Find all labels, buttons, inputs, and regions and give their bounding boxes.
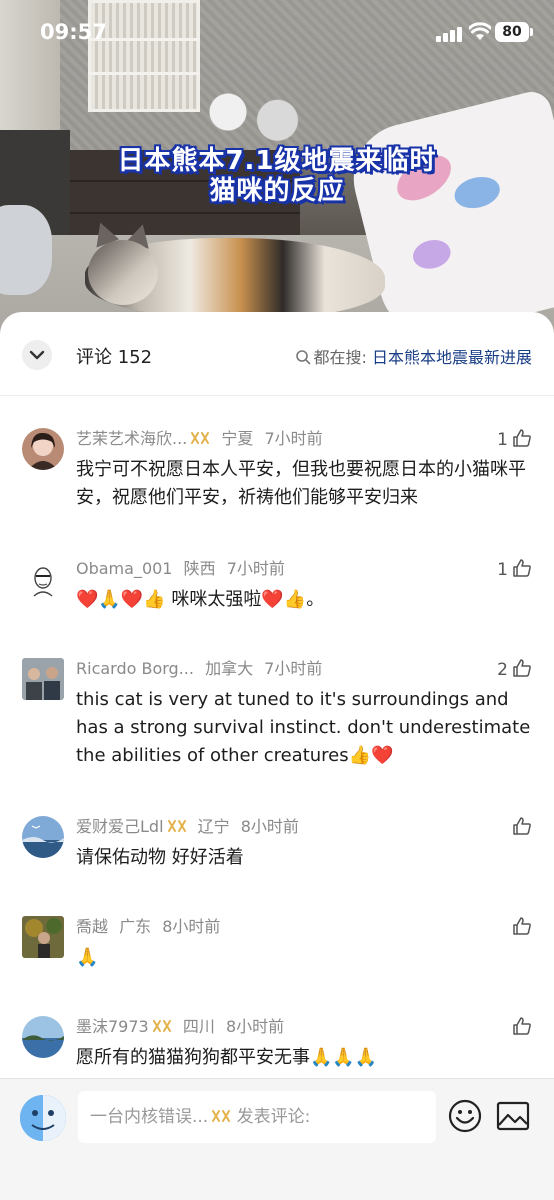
like-count: 1 xyxy=(497,430,508,450)
my-avatar[interactable] xyxy=(20,1095,66,1141)
wifi-icon xyxy=(469,22,491,40)
thumbs-up-icon xyxy=(513,1017,531,1035)
like-count: 2 xyxy=(497,660,508,680)
cellular-signal-icon xyxy=(436,26,462,42)
video-pillow xyxy=(0,205,52,295)
comment-meta: 喬越 广东 8小时前 xyxy=(76,916,220,938)
search-hint-prefix: 都在搜: xyxy=(313,348,367,367)
comment-text: 请保佑动物 好好活着 xyxy=(76,847,244,868)
battery-icon: 80 xyxy=(495,22,529,42)
thumbs-up-icon xyxy=(513,429,531,447)
status-bar: 09:57 80 xyxy=(0,0,554,66)
cushion-pattern xyxy=(409,236,454,273)
video-caption: 日本熊本7.1级地震来临时 猫咪的反应 xyxy=(0,146,554,206)
thumbs-up-icon xyxy=(513,559,531,577)
comment-panel-header: 评论 152 都在搜: 日本熊本地震最新进展 xyxy=(0,312,554,396)
comment-username[interactable]: 爱财爱己Ldl xyxy=(76,817,164,836)
comment-meta: 艺茉艺术海欣... 宁夏 7小时前 xyxy=(76,428,323,450)
comment-text: 🙏 xyxy=(76,947,99,968)
comment-meta: 墨沫7973 四川 8小时前 xyxy=(76,1016,284,1038)
comment-meta: 爱财爱己Ldl 辽宁 8小时前 xyxy=(76,816,299,838)
trending-search-link[interactable]: 都在搜: 日本熊本地震最新进展 xyxy=(295,344,532,368)
comment-text: this cat is very at tuned to it's surrou… xyxy=(76,689,531,766)
comment-username[interactable]: Obama_001 xyxy=(76,559,172,578)
comment-time: 7小时前 xyxy=(264,659,323,678)
like-button[interactable] xyxy=(508,1016,532,1038)
comment-text: 我宁可不祝愿日本人平安，但我也要祝愿日本的小猫咪平安，祝愿他们平安，祈祷他们能够… xyxy=(76,459,526,508)
comment-time: 8小时前 xyxy=(240,817,299,836)
comment-count-title: 评论 152 xyxy=(76,347,153,368)
comment-time: 7小时前 xyxy=(264,429,323,448)
comment-username[interactable]: 喬越 xyxy=(76,917,108,936)
video-caption-line2: 猫咪的反应 xyxy=(209,176,345,206)
comment-time: 8小时前 xyxy=(225,1017,285,1036)
thumbs-up-icon xyxy=(513,917,531,935)
comment-username[interactable]: 墨沫7973 xyxy=(76,1017,149,1036)
video-cat-head xyxy=(88,240,158,305)
comment-location: 宁夏 xyxy=(221,429,254,448)
avatar[interactable] xyxy=(22,558,64,600)
comment-input-bar: 一台内核错误... 发表评论: xyxy=(0,1078,554,1200)
fan-badge-icon xyxy=(212,1110,231,1122)
like-count: 1 xyxy=(497,560,508,580)
fan-badge-icon xyxy=(152,1020,171,1032)
video-shelf-board xyxy=(88,72,200,75)
avatar[interactable] xyxy=(22,916,64,958)
comment-location: 辽宁 xyxy=(197,817,230,836)
image-icon[interactable] xyxy=(496,1101,530,1131)
comment-location: 加拿大 xyxy=(205,659,254,678)
search-icon xyxy=(296,350,311,365)
collapse-button[interactable] xyxy=(22,340,52,370)
like-button[interactable] xyxy=(508,916,532,938)
comment-time: 8小时前 xyxy=(162,917,221,936)
comment-location: 广东 xyxy=(119,917,152,936)
avatar[interactable] xyxy=(22,658,64,700)
fan-badge-icon xyxy=(191,432,210,444)
avatar[interactable] xyxy=(22,816,64,858)
avatar[interactable] xyxy=(22,428,64,470)
video-drawer-line xyxy=(70,212,300,214)
chevron-down-icon xyxy=(29,350,45,360)
fan-badge-icon xyxy=(167,820,186,832)
comment-username[interactable]: Ricardo Borg... xyxy=(76,659,194,678)
thumbs-up-icon xyxy=(513,659,531,677)
comment-time: 7小时前 xyxy=(226,559,285,578)
emoji-icon[interactable] xyxy=(448,1099,482,1133)
comment-text: ❤️🙏❤️👍 咪咪太强啦❤️👍。 xyxy=(76,589,325,610)
comment-meta: Ricardo Borg... 加拿大 7小时前 xyxy=(76,658,322,680)
status-time: 09:57 xyxy=(40,20,107,44)
comment-location: 陕西 xyxy=(183,559,216,578)
like-button[interactable] xyxy=(508,816,532,838)
video-caption-line1: 日本熊本7.1级地震来临时 xyxy=(117,146,437,176)
search-hint-keyword[interactable]: 日本熊本地震最新进展 xyxy=(372,348,532,367)
comment-meta: Obama_001 陕西 7小时前 xyxy=(76,558,285,580)
like-button[interactable]: 1 xyxy=(497,428,532,450)
battery-tip xyxy=(530,28,533,36)
input-username: 一台内核错误... xyxy=(90,1107,209,1127)
input-placeholder: 发表评论: xyxy=(236,1107,311,1127)
comment-input[interactable]: 一台内核错误... 发表评论: xyxy=(78,1091,436,1143)
like-button[interactable]: 1 xyxy=(497,558,532,580)
avatar[interactable] xyxy=(22,1016,64,1058)
comment-text: 愿所有的猫猫狗狗都平安无事🙏🙏🙏 xyxy=(76,1047,378,1068)
thumbs-up-icon xyxy=(513,817,531,835)
video-plush-toys xyxy=(195,90,305,145)
like-button[interactable]: 2 xyxy=(497,658,532,680)
comment-username[interactable]: 艺茉艺术海欣... xyxy=(76,429,187,448)
comment-location: 四川 xyxy=(182,1017,215,1036)
